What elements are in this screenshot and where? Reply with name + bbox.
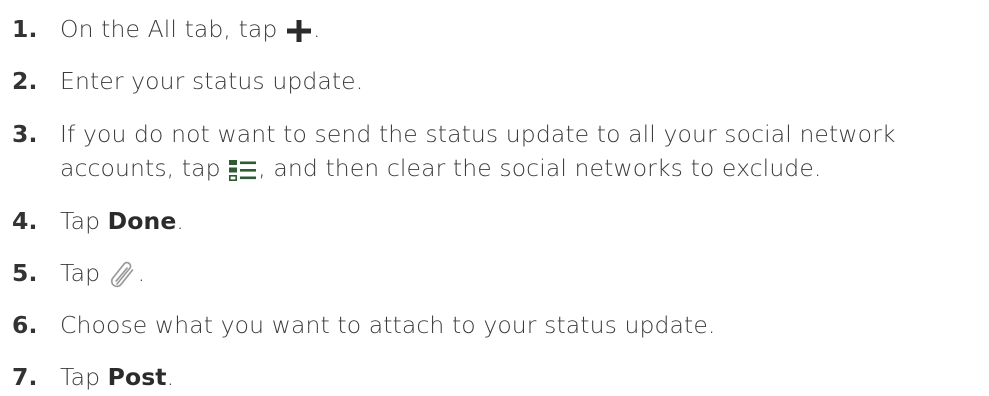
step-text-before: Tap: [60, 207, 108, 235]
step-text-before: Tap: [60, 363, 108, 391]
step-text: Tap Done.: [60, 204, 985, 238]
plus-icon: [285, 19, 313, 43]
step-number: 3.: [12, 120, 38, 148]
step-text: Choose what you want to attach to your s…: [60, 311, 716, 339]
step-text-line-2: accounts, tap , and then clear the socia…: [60, 151, 985, 185]
step-text: Tap Post.: [60, 360, 985, 394]
step-number: 2.: [12, 67, 38, 95]
step-text-before: Tap: [60, 259, 108, 287]
step-number: 5.: [12, 259, 38, 287]
step-number: 6.: [12, 311, 38, 339]
step-text: Tap .: [60, 256, 985, 290]
step-text-after: .: [166, 363, 175, 391]
step-number: 7.: [12, 363, 38, 391]
step-text-after: .: [176, 207, 184, 235]
account-filter-icon: [228, 158, 258, 182]
step-text: On the All tab, tap .: [60, 12, 985, 46]
step-text-after: .: [137, 259, 146, 287]
step-text-before: On the All tab, tap: [60, 15, 285, 43]
post-label: Post: [107, 363, 167, 391]
step-text: Enter your status update.: [60, 67, 364, 95]
paperclip-icon: [108, 260, 138, 290]
step-text-after: .: [312, 15, 321, 43]
done-label: Done: [107, 207, 177, 235]
step-text-before: accounts, tap: [60, 154, 229, 182]
step-number: 4.: [12, 207, 38, 235]
step-number: 1.: [12, 15, 38, 43]
step-text-after: , and then clear the social networks to …: [258, 154, 822, 182]
step-text-line-1: If you do not want to send the status up…: [60, 120, 896, 148]
